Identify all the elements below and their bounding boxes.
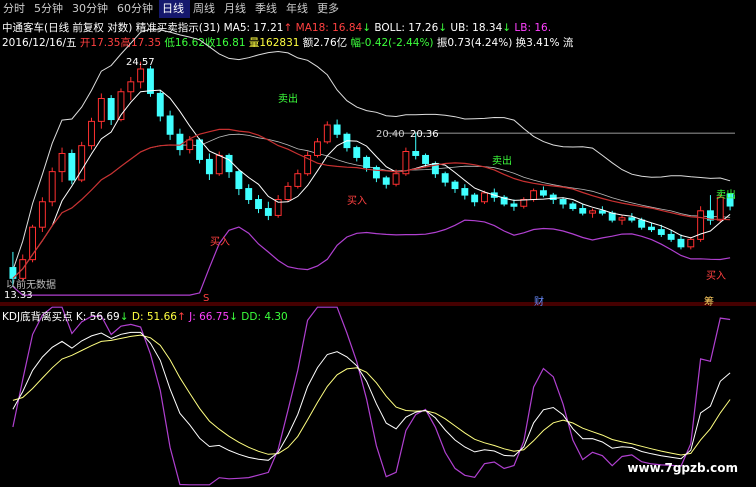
candle-body — [245, 188, 253, 201]
stock-chart-window: { "tabs":[{"label":"分时","active":false},… — [0, 0, 756, 487]
kdj-dd: DD: 4.30 — [241, 311, 288, 323]
candle-body — [225, 154, 233, 173]
candle-body — [58, 152, 66, 173]
candle-body — [88, 120, 95, 147]
candle-body — [68, 152, 76, 181]
kdj-j-arrow: ↓ — [229, 311, 238, 323]
candle-body — [107, 98, 115, 121]
kdj-d-arrow: ↑ — [176, 311, 186, 323]
buy-signal-3: 买入 — [706, 271, 726, 282]
candle-body — [628, 217, 636, 221]
candle-body — [441, 173, 449, 183]
candle-body — [510, 203, 518, 207]
candle-body — [137, 68, 145, 83]
candle-body — [559, 199, 567, 205]
candle-body — [451, 181, 459, 190]
mid-price-right-label: 20.36 — [410, 129, 439, 140]
kdj-d-line — [12, 334, 731, 456]
candle-body — [657, 229, 665, 235]
candle-body — [186, 139, 194, 151]
candle-body — [78, 145, 86, 181]
candle-body — [314, 141, 321, 156]
candle-body — [608, 212, 616, 221]
sell-signal-3: 卖出 — [716, 190, 736, 201]
candle-body — [392, 173, 400, 185]
marker-cai: 财 — [534, 297, 544, 308]
candle-body — [264, 208, 272, 216]
candle-body — [667, 233, 675, 240]
buy-signal-2: 买入 — [347, 196, 367, 207]
candle-body — [461, 188, 469, 196]
candle-body — [323, 124, 331, 143]
candle-body — [215, 154, 223, 175]
kdj-k-arrow: ↓ — [119, 311, 129, 323]
sell-signal-1: 卖出 — [278, 94, 298, 105]
candle-body — [589, 210, 596, 214]
candle-body — [638, 219, 646, 228]
candle-body — [648, 226, 655, 231]
high-price-label: 24.57 — [126, 57, 155, 68]
kdj-header: KDJ底背离买点 K: 56.69↓ D: 51.66↑ J: 66.75↓ D… — [2, 309, 288, 324]
candle-body — [97, 98, 105, 122]
candle-body — [294, 173, 302, 187]
candle-body — [333, 124, 341, 135]
candle-body — [569, 203, 577, 210]
low-price-label: 13.33 — [4, 290, 33, 301]
candle-body — [147, 68, 154, 94]
candle-body — [284, 185, 292, 201]
price-chart-svg — [0, 28, 756, 486]
marker-chou: 筹 — [704, 297, 714, 308]
kdj-title: KDJ底背离买点 — [2, 311, 73, 323]
candle-body — [156, 92, 164, 117]
kdj-k: K: 56.69 — [75, 311, 120, 323]
mid-price-left-label: 20.40 — [376, 129, 405, 140]
candle-body — [598, 210, 606, 214]
sell-signal-2: 卖出 — [492, 156, 512, 167]
candle-body — [363, 156, 371, 169]
candle-body — [422, 154, 429, 164]
candle-body — [235, 171, 243, 190]
candle-body — [687, 238, 695, 248]
candle-body — [618, 217, 626, 221]
candle-body — [677, 238, 685, 248]
candle-body — [255, 199, 262, 210]
candle-body — [196, 139, 204, 160]
candle-body — [579, 208, 587, 214]
watermark: www.7gpzb.com — [627, 461, 738, 475]
candle-body — [382, 177, 390, 185]
no-data-label: 以前无数据 — [6, 280, 56, 291]
buy-signal-1: 买入 — [210, 237, 230, 248]
boll-lower-line — [12, 219, 731, 296]
marker-s: S — [203, 293, 210, 304]
candle-body — [353, 147, 361, 158]
candle-body — [176, 133, 184, 151]
candle-body — [539, 190, 547, 196]
candle-body — [412, 151, 420, 156]
candle-body — [38, 201, 46, 228]
candle-body — [48, 171, 56, 203]
candle-body — [372, 167, 380, 179]
candle-body — [166, 115, 174, 135]
kdj-j: J: 66.75 — [189, 311, 230, 323]
kdj-d: D: 51.66 — [131, 311, 177, 323]
kdj-k-line — [12, 331, 731, 461]
candle-body — [471, 194, 479, 203]
candle-body — [205, 158, 213, 175]
candle-body — [127, 81, 135, 93]
boll-mid-line — [12, 133, 731, 279]
candle-body — [530, 190, 538, 201]
candle-body — [481, 192, 488, 203]
kdj-j-line — [12, 306, 731, 486]
